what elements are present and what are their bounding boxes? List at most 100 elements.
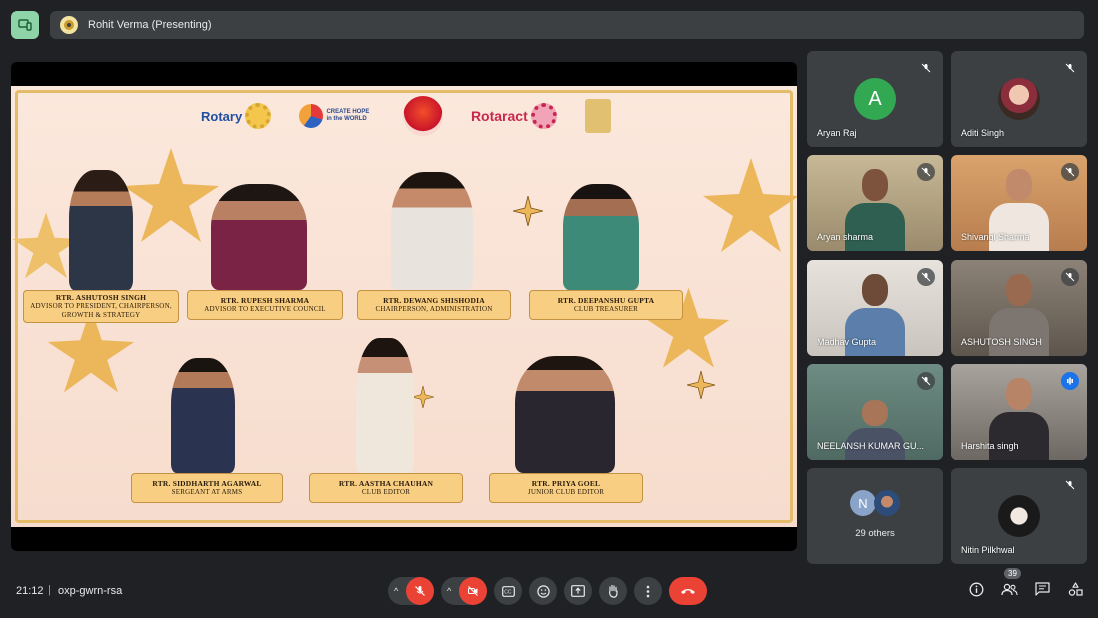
- member-photo: [563, 184, 639, 290]
- member-name: RTR. DEEPANSHU GUPTA: [557, 296, 655, 305]
- separator: |: [48, 584, 51, 596]
- participant-name: Aditi Singh: [961, 128, 1005, 138]
- star-decoration-icon: [123, 148, 219, 242]
- end-call-icon: [681, 589, 695, 594]
- participant-tile[interactable]: NEELANSH KUMAR GU...: [807, 364, 943, 460]
- others-count: 29 others: [855, 528, 895, 539]
- mic-off-icon: [917, 59, 935, 77]
- hope-swirl-icon: [299, 104, 324, 128]
- member-name: RTR. PRIYA GOEL: [531, 479, 601, 488]
- participant-tile[interactable]: A Aryan Raj: [807, 51, 943, 147]
- mic-off-icon: [1061, 163, 1079, 181]
- activities-button[interactable]: [1063, 577, 1087, 601]
- participant-tile-speaking[interactable]: Harshita singh: [951, 364, 1087, 460]
- participant-person: [845, 400, 905, 460]
- club-flame-logo: [402, 96, 443, 136]
- member-card: RTR. DEWANG SHISHODIA CHAIRPERSON, ADMIN…: [357, 290, 511, 320]
- participant-tile[interactable]: Aryan sharma: [807, 155, 943, 251]
- participant-name: ASHUTOSH SINGH: [961, 337, 1042, 347]
- participant-tile[interactable]: Madhav Gupta: [807, 260, 943, 356]
- member-role: SERGEANT AT ARMS: [171, 488, 243, 496]
- rotaract-logo: Rotaract: [471, 103, 557, 129]
- mic-off-icon: [1061, 268, 1079, 286]
- camera-control[interactable]: ^: [441, 577, 487, 605]
- camera-off-icon[interactable]: [459, 577, 487, 605]
- participant-name: NEELANSH KUMAR GU...: [817, 441, 925, 451]
- member-name: RTR. AASTHA CHAUHAN: [338, 479, 434, 488]
- more-options-button[interactable]: [634, 577, 662, 605]
- member-card: RTR. DEEPANSHU GUPTA CLUB TREASURER: [529, 290, 683, 320]
- meeting-code[interactable]: oxp-gwrn-rsa: [58, 585, 122, 597]
- rotary-logo-text: Rotary: [201, 108, 243, 124]
- participant-avatar: A: [854, 78, 896, 120]
- rotaract-wheel-icon: [530, 103, 557, 129]
- participant-tile[interactable]: ASHUTOSH SINGH: [951, 260, 1087, 356]
- member-photo: [171, 358, 235, 473]
- companion-mode-button[interactable]: [11, 11, 39, 39]
- mic-off-icon[interactable]: [406, 577, 434, 605]
- meeting-details-button[interactable]: [964, 577, 988, 601]
- leave-call-button[interactable]: [669, 577, 707, 605]
- participant-name: Nitin Pilkhwal: [961, 545, 1015, 555]
- participant-tile[interactable]: Nitin Pilkhwal: [951, 468, 1087, 564]
- people-icon: [1000, 583, 1018, 595]
- college-crest-logo: [584, 99, 611, 133]
- member-photo: [356, 338, 414, 473]
- people-button[interactable]: 39: [997, 568, 1021, 601]
- svg-text:CC: CC: [504, 589, 512, 595]
- member-photo: [211, 184, 307, 290]
- member-role: CLUB EDITOR: [361, 488, 411, 496]
- member-photo: [391, 172, 473, 290]
- participant-avatar: [998, 495, 1040, 537]
- participant-avatar: [874, 490, 900, 516]
- member-role: ADVISOR TO PRESIDENT, CHAIRPERSON, GROWT…: [30, 302, 172, 319]
- member-role: CHAIRPERSON, ADMINISTRATION: [375, 305, 493, 313]
- others-avatar-stack: N: [850, 490, 910, 518]
- member-card: RTR. PRIYA GOEL JUNIOR CLUB EDITOR: [489, 473, 643, 503]
- others-tile[interactable]: N 29 others: [807, 468, 943, 564]
- presenter-banner[interactable]: Rohit Verma (Presenting): [50, 11, 1084, 39]
- chat-button[interactable]: [1030, 577, 1054, 601]
- presentation-stage[interactable]: Rotary CREATE HOPE in the WORLD Rotaract…: [11, 62, 797, 551]
- member-name: RTR. DEWANG SHISHODIA: [383, 296, 485, 305]
- participant-name: Aryan Raj: [817, 128, 857, 138]
- raise-hand-button[interactable]: [599, 577, 627, 605]
- people-count-badge: 39: [1004, 568, 1021, 579]
- chat-icon: [1034, 582, 1050, 596]
- member-name: RTR. ASHUTOSH SINGH: [55, 293, 147, 302]
- member-role: JUNIOR CLUB EDITOR: [527, 488, 605, 496]
- info-icon: [969, 582, 983, 596]
- member-card: RTR. RUPESH SHARMA ADVISOR TO EXECUTIVE …: [187, 290, 343, 320]
- chevron-up-icon[interactable]: ^: [447, 586, 451, 596]
- activities-icon: [1068, 581, 1083, 596]
- presenter-name: Rohit Verma (Presenting): [88, 19, 212, 31]
- speaking-indicator-icon: [1061, 372, 1079, 390]
- call-controls: ^ ^ CC: [388, 577, 707, 605]
- microphone-control[interactable]: ^: [388, 577, 434, 605]
- star-decoration-icon: [703, 158, 797, 252]
- participant-tile[interactable]: Shivangi Sharma: [951, 155, 1087, 251]
- meeting-clock: 21:12: [16, 585, 44, 597]
- captions-icon: CC: [501, 585, 515, 597]
- member-role: ADVISOR TO EXECUTIVE COUNCIL: [204, 305, 326, 313]
- sparkle-icon: [513, 196, 543, 226]
- sponsor-logos: Rotary CREATE HOPE in the WORLD Rotaract: [201, 94, 611, 138]
- mic-off-icon: [917, 268, 935, 286]
- present-screen-icon: [571, 585, 585, 597]
- reactions-button[interactable]: [529, 577, 557, 605]
- participant-avatar: [998, 78, 1040, 120]
- member-card: RTR. ASHUTOSH SINGH ADVISOR TO PRESIDENT…: [23, 290, 179, 323]
- top-bar: Rohit Verma (Presenting): [0, 0, 1098, 50]
- member-name: RTR. RUPESH SHARMA: [220, 296, 310, 305]
- participant-tile[interactable]: Aditi Singh: [951, 51, 1087, 147]
- captions-button[interactable]: CC: [494, 577, 522, 605]
- chevron-up-icon[interactable]: ^: [394, 586, 398, 596]
- participant-avatar: N: [850, 490, 876, 516]
- member-photo: [515, 356, 615, 473]
- mic-off-icon: [917, 163, 935, 181]
- participant-name: Madhav Gupta: [817, 337, 877, 347]
- present-button[interactable]: [564, 577, 592, 605]
- participant-name: Shivangi Sharma: [961, 232, 1030, 242]
- presentation-slide: Rotary CREATE HOPE in the WORLD Rotaract…: [11, 86, 797, 527]
- member-photo: [69, 170, 133, 290]
